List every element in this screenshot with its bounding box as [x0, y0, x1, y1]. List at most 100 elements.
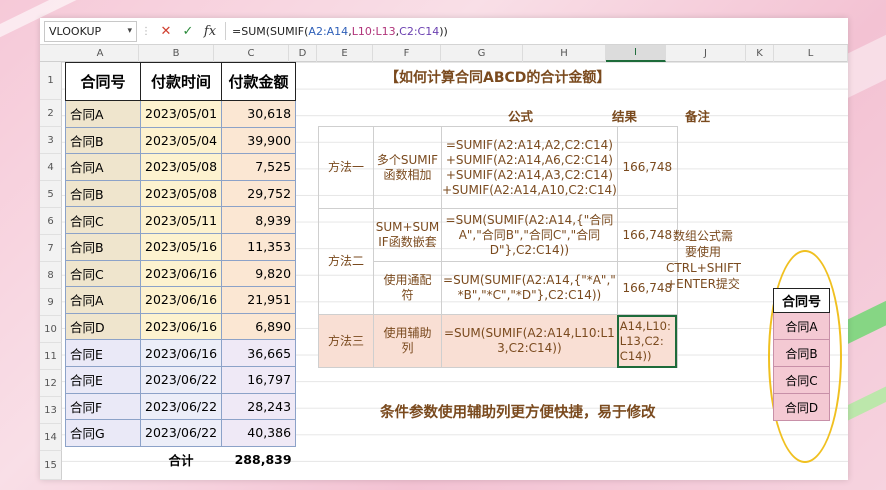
formula-input[interactable]: =SUM(SUMIF(A2:A14,L10:L13,C2:C14)): [232, 25, 448, 38]
row-header[interactable]: 12: [40, 370, 62, 397]
cell-date[interactable]: 2023/06/16: [139, 259, 223, 288]
column-header-d[interactable]: D: [289, 45, 317, 62]
row-header[interactable]: 4: [40, 154, 62, 181]
cell-date[interactable]: 2023/05/04: [139, 126, 223, 155]
insert-function-icon[interactable]: fx: [199, 24, 221, 39]
resize-handle-icon[interactable]: ⋮: [141, 26, 151, 37]
cell-date[interactable]: 2023/05/08: [139, 179, 223, 208]
active-cell-editing[interactable]: A14,L10: L13,C2: C14)): [616, 314, 678, 368]
cell-amount[interactable]: 6,890: [221, 312, 297, 341]
cell-contract[interactable]: 合同C: [65, 206, 141, 234]
cell-date[interactable]: 2023/06/16: [139, 339, 223, 367]
method-name[interactable]: 方法二: [318, 208, 374, 315]
row-header[interactable]: 11: [40, 343, 62, 370]
helper-cell[interactable]: 合同D: [773, 393, 830, 421]
cell-date[interactable]: 2023/05/11: [139, 206, 223, 234]
row-header[interactable]: 8: [40, 262, 62, 289]
cell-amount[interactable]: 8,939: [221, 206, 297, 234]
cell-amount[interactable]: 39,900: [221, 126, 297, 155]
helper-cell[interactable]: 合同C: [773, 366, 830, 394]
method-formula[interactable]: =SUM(SUMIF(A2:A14,L10:L1 3,C2:C14)): [441, 314, 618, 368]
cell-contract[interactable]: 合同E: [65, 365, 141, 394]
row-header[interactable]: 10: [40, 316, 62, 343]
cell-amount[interactable]: 29,752: [221, 179, 297, 208]
row-header[interactable]: 6: [40, 208, 62, 235]
column-header-b[interactable]: B: [139, 45, 214, 62]
empty-cell[interactable]: [66, 446, 141, 473]
cancel-icon[interactable]: ✕: [155, 24, 177, 39]
cell-amount[interactable]: 40,386: [221, 419, 297, 447]
method-result[interactable]: 166,748: [616, 126, 678, 209]
cell-amount[interactable]: 30,618: [221, 100, 297, 128]
cell-date[interactable]: 2023/06/16: [139, 286, 223, 314]
row-header[interactable]: 3: [40, 127, 62, 154]
name-box[interactable]: VLOOKUP ▾: [44, 20, 137, 42]
cell-date[interactable]: 2023/06/22: [139, 419, 223, 447]
cell-amount[interactable]: 21,951: [221, 286, 297, 314]
chevron-down-icon[interactable]: ▾: [127, 26, 132, 36]
cell-amount[interactable]: 9,820: [221, 259, 297, 288]
cell-amount[interactable]: 7,525: [221, 153, 297, 181]
cell-contract[interactable]: 合同E: [65, 339, 141, 367]
header-contract[interactable]: 合同号: [65, 62, 141, 101]
cell-date[interactable]: 2023/05/01: [139, 100, 223, 128]
cell-contract[interactable]: 合同B: [65, 126, 141, 155]
method-name[interactable]: 方法三: [318, 314, 374, 368]
cell-date[interactable]: 2023/06/22: [139, 392, 223, 421]
cell-contract[interactable]: 合同B: [65, 232, 141, 261]
cell-date[interactable]: 2023/06/22: [139, 365, 223, 394]
confirm-icon[interactable]: ✓: [177, 24, 199, 39]
helper-cell[interactable]: 合同A: [773, 312, 830, 340]
cell-contract[interactable]: 合同A: [65, 153, 141, 181]
row-header[interactable]: 5: [40, 181, 62, 208]
cell-contract[interactable]: 合同A: [65, 286, 141, 314]
header-pay-date[interactable]: 付款时间: [139, 62, 223, 101]
total-label[interactable]: 合计: [141, 446, 222, 473]
row-header[interactable]: 7: [40, 235, 62, 262]
total-value[interactable]: 288,839: [222, 446, 296, 473]
method-desc[interactable]: 使用通配 符: [373, 261, 442, 315]
column-header-l[interactable]: L: [774, 45, 848, 62]
cell-date[interactable]: 2023/06/16: [139, 312, 223, 341]
header-pay-amount[interactable]: 付款金额: [221, 62, 297, 101]
cell-contract[interactable]: 合同D: [65, 312, 141, 341]
table-row: 合同B 2023/05/04 39,900: [65, 126, 297, 155]
column-header-j[interactable]: J: [666, 45, 746, 62]
column-header-e[interactable]: E: [317, 45, 373, 62]
column-header-i[interactable]: I: [606, 45, 666, 62]
method-formula[interactable]: =SUM(SUMIF(A2:A14,{"合同 A","合同B","合同C","合…: [441, 208, 618, 262]
cell-amount[interactable]: 11,353: [221, 232, 297, 261]
cell-date[interactable]: 2023/05/16: [139, 232, 223, 261]
formula-line: =SUMIF(A2:A14,A2,C2:C14): [445, 137, 613, 152]
cell-contract[interactable]: 合同F: [65, 392, 141, 421]
formula-header: 公式: [508, 109, 534, 124]
method-name[interactable]: 方法一: [318, 126, 374, 209]
cell-contract[interactable]: 合同G: [65, 419, 141, 447]
row-header[interactable]: 15: [40, 451, 62, 480]
cell-date[interactable]: 2023/05/08: [139, 153, 223, 181]
method-formula[interactable]: =SUMIF(A2:A14,A2,C2:C14) +SUMIF(A2:A14,A…: [441, 126, 618, 209]
column-header-a[interactable]: A: [62, 45, 139, 62]
method-desc[interactable]: 使用辅助 列: [373, 314, 442, 368]
method-desc[interactable]: 多个SUMIF 函数相加: [373, 126, 442, 209]
cell-amount[interactable]: 28,243: [221, 392, 297, 421]
helper-header[interactable]: 合同号: [773, 288, 830, 313]
row-header[interactable]: 13: [40, 397, 62, 424]
column-header-k[interactable]: K: [746, 45, 774, 62]
column-header-f[interactable]: F: [373, 45, 441, 62]
column-header-c[interactable]: C: [214, 45, 289, 62]
column-header-g[interactable]: G: [441, 45, 523, 62]
cell-contract[interactable]: 合同B: [65, 179, 141, 208]
cell-amount[interactable]: 36,665: [221, 339, 297, 367]
cell-amount[interactable]: 16,797: [221, 365, 297, 394]
method-desc[interactable]: SUM+SUM IF函数嵌套: [373, 208, 442, 262]
row-header[interactable]: 2: [40, 100, 62, 127]
helper-cell[interactable]: 合同B: [773, 339, 830, 367]
row-header[interactable]: 14: [40, 424, 62, 451]
column-header-h[interactable]: H: [523, 45, 606, 62]
cell-contract[interactable]: 合同C: [65, 259, 141, 288]
cell-contract[interactable]: 合同A: [65, 100, 141, 128]
method-formula[interactable]: =SUM(SUMIF(A2:A14,{"*A"," *B","*C","*D"}…: [441, 261, 618, 315]
row-header[interactable]: 9: [40, 289, 62, 316]
row-header[interactable]: 1: [40, 62, 62, 100]
